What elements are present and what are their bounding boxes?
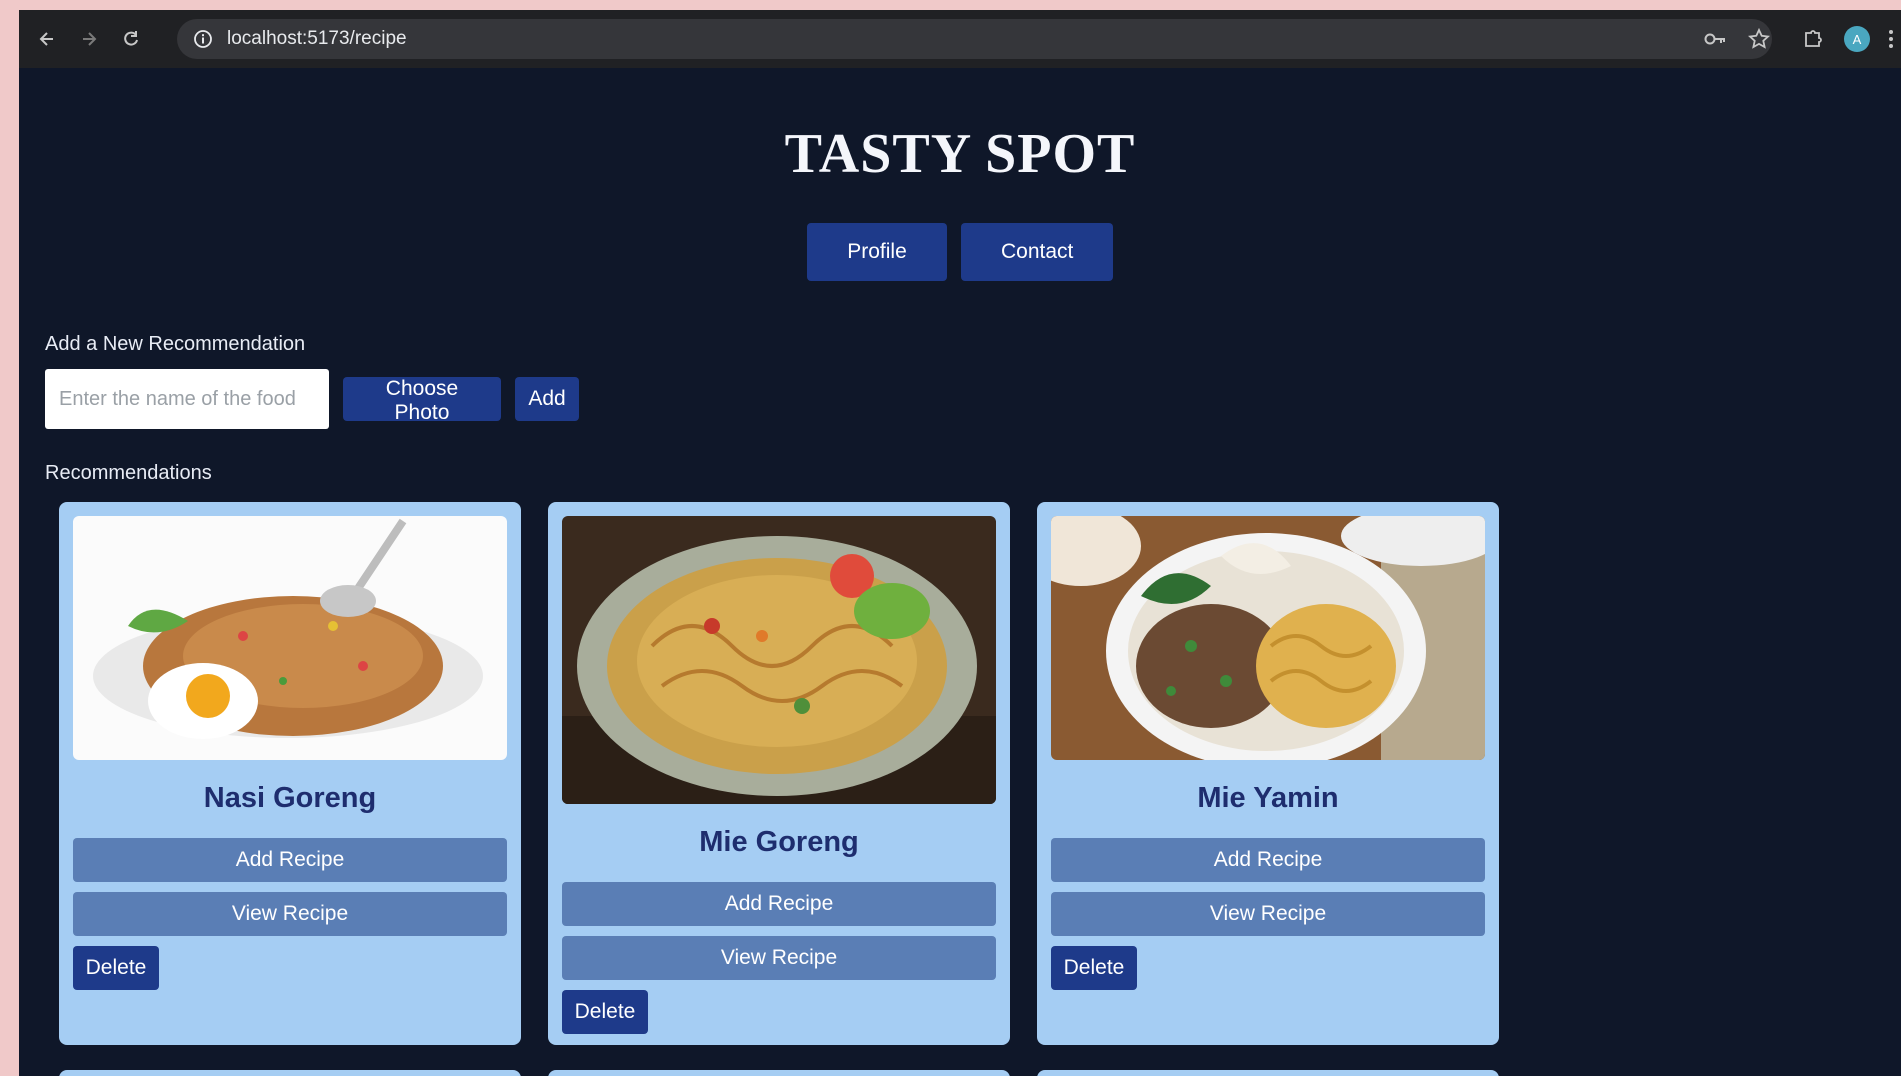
card-title: Mie Yamin xyxy=(1197,782,1339,814)
forward-icon[interactable] xyxy=(71,21,107,57)
recommendations-heading: Recommendations xyxy=(45,462,212,484)
recipe-card: Mie Goreng Add Recipe View Recipe Delete xyxy=(548,502,1010,1045)
browser-actions: A xyxy=(1695,10,1901,68)
fried-noodles-photo xyxy=(562,516,996,804)
reload-icon[interactable] xyxy=(113,21,149,57)
card-title: Nasi Goreng xyxy=(203,782,377,814)
back-icon[interactable] xyxy=(29,21,65,57)
recipe-card-partial xyxy=(1037,1070,1499,1076)
add-button[interactable]: Add xyxy=(515,377,579,421)
browser-window: localhost:5173/recipe A TASTY SPOT Profi… xyxy=(19,10,1901,1076)
add-recommendation-heading: Add a New Recommendation xyxy=(45,333,306,355)
card-title: Mie Goreng xyxy=(699,826,859,858)
url-text: localhost:5173/recipe xyxy=(227,28,407,49)
site-info-icon[interactable] xyxy=(191,27,215,51)
recipe-card: Mie Yamin Add Recipe View Recipe Delete xyxy=(1037,502,1499,1045)
fried-rice-photo xyxy=(73,516,507,760)
browser-toolbar: localhost:5173/recipe A xyxy=(19,10,1901,68)
view-recipe-button[interactable]: View Recipe xyxy=(73,892,507,936)
delete-button[interactable]: Delete xyxy=(73,946,159,990)
choose-photo-button[interactable]: Choose Photo xyxy=(343,377,501,424)
kebab-menu-icon[interactable] xyxy=(1881,19,1901,59)
add-recipe-button[interactable]: Add Recipe xyxy=(1051,838,1485,882)
recipe-card-partial xyxy=(548,1070,1010,1076)
bookmark-star-icon[interactable] xyxy=(1739,19,1779,59)
avatar-initial: A xyxy=(1844,26,1870,52)
next-cards-row xyxy=(59,1070,1499,1076)
view-recipe-button[interactable]: View Recipe xyxy=(562,936,996,980)
top-navigation: Profile Contact xyxy=(19,223,1901,281)
recipe-card-partial xyxy=(59,1070,521,1076)
noodle-bowl-photo xyxy=(1051,516,1485,760)
address-bar[interactable]: localhost:5173/recipe xyxy=(177,19,1772,59)
site-title: TASTY SPOT xyxy=(784,123,1136,185)
extensions-icon[interactable] xyxy=(1793,19,1833,59)
delete-button[interactable]: Delete xyxy=(562,990,648,1034)
contact-button[interactable]: Contact xyxy=(961,223,1113,281)
recipe-card: Nasi Goreng Add Recipe View Recipe Delet… xyxy=(59,502,521,1045)
add-recommendation-form: Choose Photo Add xyxy=(45,369,579,429)
add-recipe-button[interactable]: Add Recipe xyxy=(562,882,996,926)
view-recipe-button[interactable]: View Recipe xyxy=(1051,892,1485,936)
recommendation-cards: Nasi Goreng Add Recipe View Recipe Delet… xyxy=(59,502,1499,1045)
add-recipe-button[interactable]: Add Recipe xyxy=(73,838,507,882)
delete-button[interactable]: Delete xyxy=(1051,946,1137,990)
password-key-icon[interactable] xyxy=(1695,19,1735,59)
food-name-input[interactable] xyxy=(45,369,329,429)
profile-avatar[interactable]: A xyxy=(1837,19,1877,59)
profile-button[interactable]: Profile xyxy=(807,223,947,281)
